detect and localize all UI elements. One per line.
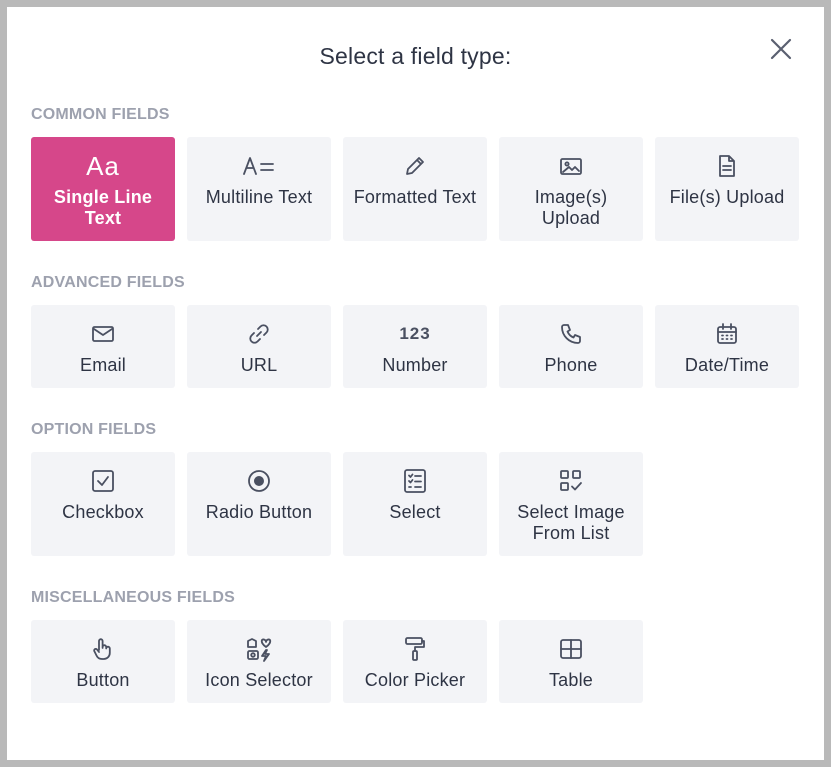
field-tile-multiline-text[interactable]: Multiline Text	[187, 137, 331, 241]
field-tile-label: File(s) Upload	[669, 187, 785, 207]
checkbox-icon	[31, 468, 175, 494]
field-tile-label: Formatted Text	[353, 187, 477, 207]
section-label-option: OPTION FIELDS	[31, 421, 157, 438]
field-tile-table[interactable]: Table	[499, 620, 643, 703]
field-tile-label: Button	[76, 670, 130, 690]
field-tile-icon-selector[interactable]: Icon Selector	[187, 620, 331, 703]
radio-icon	[187, 468, 331, 494]
field-tile-button[interactable]: Button	[31, 620, 175, 703]
text-lines-icon	[187, 153, 331, 179]
field-tile-files-upload[interactable]: File(s) Upload	[655, 137, 799, 241]
field-tile-number[interactable]: 123 Number	[343, 305, 487, 388]
field-tile-label: Multiline Text	[205, 187, 313, 207]
field-tile-label: Image(s) Upload	[534, 187, 608, 228]
field-tile-phone[interactable]: Phone	[499, 305, 643, 388]
image-list-icon	[499, 468, 643, 494]
icon-selector-icon	[187, 636, 331, 662]
field-tile-date-time[interactable]: Date/Time	[655, 305, 799, 388]
field-tile-label: Select Image From List	[517, 502, 625, 543]
section-label-advanced: ADVANCED FIELDS	[31, 274, 185, 291]
field-tile-label: URL	[240, 355, 278, 375]
envelope-icon	[31, 321, 175, 347]
field-tile-label: Email	[79, 355, 126, 375]
field-type-dialog: Select a field type: COMMON FIELDS Aa Si…	[7, 7, 824, 760]
field-tile-label: Select	[389, 502, 441, 522]
calendar-icon	[655, 321, 799, 347]
field-tile-radio-button[interactable]: Radio Button	[187, 452, 331, 556]
field-tile-label: Icon Selector	[205, 670, 313, 690]
pencil-icon	[343, 153, 487, 179]
file-icon	[655, 153, 799, 179]
pointer-hand-icon	[31, 636, 175, 662]
field-tile-formatted-text[interactable]: Formatted Text	[343, 137, 487, 241]
field-tile-label: Radio Button	[205, 502, 313, 522]
field-tile-label: Single Line Text	[53, 187, 153, 228]
field-tile-select-image-from-list[interactable]: Select Image From List	[499, 452, 643, 556]
close-icon[interactable]	[769, 37, 793, 61]
field-tile-color-picker[interactable]: Color Picker	[343, 620, 487, 703]
field-tile-label: Table	[548, 670, 594, 690]
field-tile-images-upload[interactable]: Image(s) Upload	[499, 137, 643, 241]
number-glyph: 123	[399, 324, 431, 343]
field-tile-select[interactable]: Select	[343, 452, 487, 556]
link-icon	[187, 321, 331, 347]
field-tile-url[interactable]: URL	[187, 305, 331, 388]
field-tile-email[interactable]: Email	[31, 305, 175, 388]
section-label-miscellaneous: MISCELLANEOUS FIELDS	[31, 589, 236, 606]
field-tile-label: Date/Time	[684, 355, 770, 375]
paint-roller-icon	[343, 636, 487, 662]
field-tile-label: Number	[382, 355, 448, 375]
phone-icon	[499, 321, 643, 347]
text-aa-glyph: Aa	[86, 151, 120, 181]
section-label-common: COMMON FIELDS	[31, 106, 170, 123]
field-tile-checkbox[interactable]: Checkbox	[31, 452, 175, 556]
number-icon: 123	[343, 321, 487, 347]
dialog-title: Select a field type:	[319, 43, 512, 69]
select-list-icon	[343, 468, 487, 494]
field-tile-label: Color Picker	[364, 670, 466, 690]
image-icon	[499, 153, 643, 179]
table-icon	[499, 636, 643, 662]
field-tile-label: Checkbox	[62, 502, 144, 522]
text-aa-icon: Aa	[31, 153, 175, 179]
field-tile-label: Phone	[544, 355, 598, 375]
field-tile-single-line-text[interactable]: Aa Single Line Text	[31, 137, 175, 241]
